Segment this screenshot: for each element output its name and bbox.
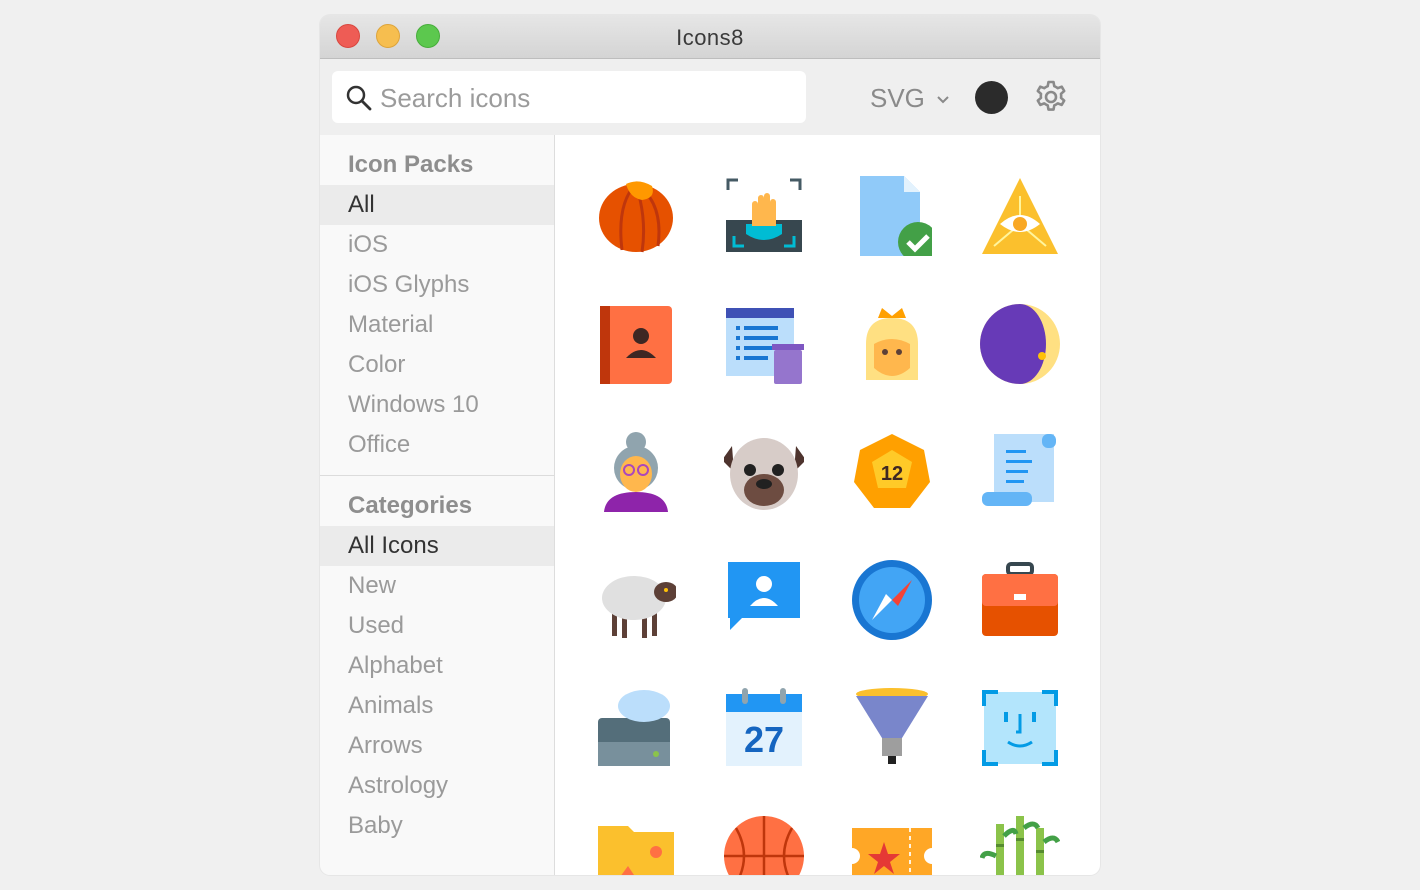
category-item-animals[interactable]: Animals <box>320 686 554 726</box>
pack-item-ios-glyphs[interactable]: iOS Glyphs <box>320 265 554 305</box>
icon-tile[interactable] <box>828 664 956 792</box>
icon-tile[interactable] <box>572 280 700 408</box>
bamboo-icon <box>980 816 1060 875</box>
pack-item-color[interactable]: Color <box>320 345 554 385</box>
pack-item-windows-10[interactable]: Windows 10 <box>320 385 554 425</box>
categories-heading: Categories <box>348 492 473 519</box>
calendar-day: 27 <box>744 719 784 760</box>
search-box[interactable] <box>332 71 806 123</box>
hazelnut-icon <box>599 181 673 253</box>
icon-tile[interactable] <box>828 152 956 280</box>
icon-tile[interactable]: 12 <box>828 408 956 536</box>
gear-icon[interactable] <box>1033 79 1069 115</box>
floodlight-icon <box>856 688 928 764</box>
pack-item-material[interactable]: Material <box>320 305 554 345</box>
icon-tile[interactable] <box>572 536 700 664</box>
search-icon <box>346 85 372 111</box>
cloud-storage-icon <box>598 690 670 766</box>
delete-list-icon <box>726 308 804 384</box>
search-input[interactable] <box>378 77 792 119</box>
icon-tile[interactable] <box>700 280 828 408</box>
app-window: Icons8 SVG Icon Packs All iOS iOS G <box>320 15 1100 875</box>
icon-tile[interactable] <box>572 664 700 792</box>
category-item-used[interactable]: Used <box>320 606 554 646</box>
icon-tile[interactable] <box>828 536 956 664</box>
category-item-baby[interactable]: Baby <box>320 806 554 846</box>
palm-scanner-icon <box>726 178 802 252</box>
icon-tile[interactable] <box>828 792 956 875</box>
sidebar-divider <box>320 475 554 476</box>
dice-number: 12 <box>881 463 903 485</box>
color-picker-button[interactable] <box>975 81 1008 114</box>
moon-phase-icon <box>980 304 1060 384</box>
icon-tile[interactable] <box>700 792 828 875</box>
icon-tile[interactable] <box>956 408 1084 536</box>
icon-tile[interactable] <box>956 536 1084 664</box>
icon-tile[interactable] <box>956 280 1084 408</box>
icon-grid-panel: 12 27 <box>555 135 1100 875</box>
pack-item-office[interactable]: Office <box>320 425 554 465</box>
icon-packs-heading: Icon Packs <box>348 151 474 178</box>
address-book-icon <box>600 306 672 384</box>
chevron-down-icon <box>937 96 949 104</box>
icon-tile[interactable] <box>572 152 700 280</box>
scroll-icon <box>982 434 1056 506</box>
grandmother-icon <box>604 432 668 512</box>
category-item-new[interactable]: New <box>320 566 554 606</box>
category-item-arrows[interactable]: Arrows <box>320 726 554 766</box>
ticket-icon <box>852 828 932 875</box>
safari-icon <box>852 560 932 640</box>
basketball-icon <box>724 816 804 875</box>
queen-icon <box>866 308 918 380</box>
pack-item-ios[interactable]: iOS <box>320 225 554 265</box>
icon-tile[interactable] <box>956 792 1084 875</box>
contact-message-icon <box>728 562 800 630</box>
d12-dice-icon: 12 <box>854 434 930 508</box>
icon-tile[interactable] <box>700 536 828 664</box>
icon-tile[interactable] <box>700 408 828 536</box>
toolbar: SVG <box>320 59 1100 135</box>
calendar-27-icon: 27 <box>726 688 802 766</box>
icon-tile[interactable] <box>700 152 828 280</box>
category-item-alphabet[interactable]: Alphabet <box>320 646 554 686</box>
face-id-icon <box>982 690 1058 766</box>
image-folder-icon <box>598 826 674 875</box>
category-item-astrology[interactable]: Astrology <box>320 766 554 806</box>
pack-item-all[interactable]: All <box>320 185 554 225</box>
icon-tile[interactable] <box>572 792 700 875</box>
icon-tile[interactable] <box>956 664 1084 792</box>
eye-of-providence-icon <box>982 178 1058 254</box>
category-item-all-icons[interactable]: All Icons <box>320 526 554 566</box>
icon-tile[interactable] <box>572 408 700 536</box>
format-dropdown[interactable]: SVG <box>870 83 950 114</box>
briefcase-icon <box>982 562 1058 636</box>
format-label: SVG <box>870 83 925 113</box>
icon-tile[interactable]: 27 <box>700 664 828 792</box>
icon-tile[interactable] <box>828 280 956 408</box>
window-title: Icons8 <box>676 25 744 50</box>
icon-tile[interactable] <box>956 152 1084 280</box>
sidebar: Icon Packs All iOS iOS Glyphs Material C… <box>320 135 555 875</box>
approved-document-icon <box>860 176 932 256</box>
pug-icon <box>724 438 804 510</box>
sheep-icon <box>602 576 676 638</box>
title-bar: Icons8 <box>320 15 1100 59</box>
